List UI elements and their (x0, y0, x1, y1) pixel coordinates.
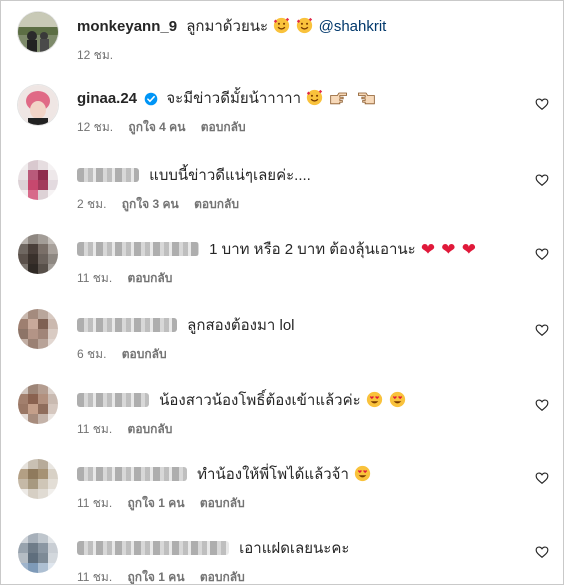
username-blurred[interactable] (77, 393, 149, 407)
comment-likes[interactable]: ถูกใจ 1 คน (128, 570, 185, 584)
reply-button[interactable]: ตอบกลับ (194, 197, 239, 211)
comment-time[interactable]: 6 ชม. (77, 347, 106, 361)
comment-body: แบบนี้ข่าวดีแน่ๆเลยค่ะ.... 2 ชม. ถูกใจ 3… (77, 166, 523, 214)
heart-eyes-icon (366, 391, 383, 408)
avatar-pixelated (18, 309, 58, 349)
heart-outline-icon[interactable] (535, 545, 549, 559)
comment-text: จะมีข่าวดีมั้ยน้าาาาา (166, 90, 301, 107)
red-heart-icon: ❤ (420, 240, 436, 259)
reply-button[interactable]: ตอบกลับ (200, 496, 245, 510)
pointing-hand-left-icon (357, 92, 375, 105)
avatar[interactable] (18, 85, 58, 125)
reply-button[interactable]: ตอบกลับ (128, 422, 173, 436)
heart-outline-icon[interactable] (535, 247, 549, 261)
smiling-face-hearts-icon (274, 17, 290, 34)
comment-time[interactable]: 11 ชม. (77, 422, 112, 436)
username-blurred[interactable] (77, 242, 199, 256)
comment-time[interactable]: 11 ชม. (77, 570, 112, 584)
comment-body: monkeyann_9 ลูกมาด้วยนะ @shahkrit 12 ชม. (77, 17, 523, 65)
comment-time[interactable]: 12 ชม. (77, 120, 113, 134)
username-blurred[interactable] (77, 168, 139, 182)
comment-line: monkeyann_9 ลูกมาด้วยนะ @shahkrit (77, 17, 523, 37)
reply-button[interactable]: ตอบกลับ (128, 271, 173, 285)
comment-line: ลูกสองต้องมา lol (77, 316, 523, 336)
heart-outline-icon[interactable] (535, 173, 549, 187)
reply-button[interactable]: ตอบกลับ (201, 120, 246, 134)
comment-meta: 6 ชม. ตอบกลับ (77, 345, 523, 364)
comment-line: แบบนี้ข่าวดีแน่ๆเลยค่ะ.... (77, 166, 523, 186)
heart-outline-icon[interactable] (535, 97, 549, 111)
comment-meta: 11 ชม. ถูกใจ 1 คน ตอบกลับ (77, 494, 523, 513)
smiling-face-hearts-icon (297, 17, 313, 34)
comment-meta: 12 ชม. ถูกใจ 4 คน ตอบกลับ (77, 118, 523, 137)
heart-outline-icon[interactable] (535, 323, 549, 337)
comment-text: 1 บาท หรือ 2 บาท ต้องลุ้นเอานะ (209, 241, 416, 258)
avatar-photo (18, 85, 58, 125)
comment-line: ginaa.24 จะมีข่าวดีมั้ยน้าาาาา (77, 89, 523, 109)
comment-line: เอาแฝดเลยนะคะ (77, 539, 523, 559)
avatar[interactable] (18, 309, 58, 349)
avatar[interactable] (18, 160, 58, 200)
verified-badge-icon (144, 92, 158, 106)
heart-eyes-icon (354, 465, 371, 482)
avatar-pixelated (18, 533, 58, 573)
red-heart-icon: ❤ (461, 240, 476, 259)
avatar[interactable] (18, 533, 58, 573)
comment-text: แบบนี้ข่าวดีแน่ๆเลยค่ะ.... (149, 167, 311, 184)
avatar-pixelated (18, 234, 58, 274)
comment-text: เอาแฝดเลยนะคะ (239, 540, 350, 557)
username-blurred[interactable] (77, 318, 177, 332)
comment-line: ทำน้องให้พี่โพได้แล้วจ้า (77, 465, 523, 485)
comment-time[interactable]: 12 ชม. (77, 48, 113, 62)
username-blurred[interactable] (77, 541, 229, 555)
avatar[interactable] (18, 459, 58, 499)
reply-button[interactable]: ตอบกลับ (200, 570, 245, 584)
comments-panel: monkeyann_9 ลูกมาด้วยนะ @shahkrit 12 ชม.… (0, 0, 564, 585)
comment-meta: 11 ชม. ถูกใจ 1 คน ตอบกลับ (77, 568, 523, 584)
comment-time[interactable]: 11 ชม. (77, 496, 112, 510)
comment-body: เอาแฝดเลยนะคะ 11 ชม. ถูกใจ 1 คน ตอบกลับ (77, 539, 523, 584)
comment-likes[interactable]: ถูกใจ 3 คน (122, 197, 179, 211)
red-heart-icon: ❤ (441, 240, 456, 259)
comment-meta: 11 ชม. ตอบกลับ (77, 269, 523, 288)
comment-time[interactable]: 11 ชม. (77, 271, 112, 285)
comment-meta: 11 ชม. ตอบกลับ (77, 420, 523, 439)
comment-time[interactable]: 2 ชม. (77, 197, 106, 211)
heart-eyes-icon (389, 391, 406, 408)
avatar-pixelated (18, 160, 58, 200)
comment-text: น้องสาวน้องโพธิ์ต้องเข้าแล้วค่ะ (159, 392, 361, 409)
avatar-pixelated (18, 459, 58, 499)
comment-body: 1 บาท หรือ 2 บาท ต้องลุ้นเอานะ ❤ ❤ ❤ 11 … (77, 240, 523, 288)
avatar[interactable] (18, 384, 58, 424)
smiling-face-hearts-icon (307, 89, 323, 106)
avatar[interactable] (18, 12, 58, 52)
comment-username[interactable]: ginaa.24 (77, 90, 137, 107)
comment-meta: 12 ชม. (77, 46, 523, 65)
comment-body: ทำน้องให้พี่โพได้แล้วจ้า 11 ชม. ถูกใจ 1 … (77, 465, 523, 513)
comment-username[interactable]: monkeyann_9 (77, 18, 177, 35)
heart-outline-icon[interactable] (535, 471, 549, 485)
pointing-hand-right-icon (330, 92, 348, 105)
username-blurred[interactable] (77, 467, 187, 481)
comment-mention[interactable]: @shahkrit (319, 18, 387, 35)
avatar-photo (18, 12, 58, 52)
reply-button[interactable]: ตอบกลับ (122, 347, 167, 361)
comment-line: น้องสาวน้องโพธิ์ต้องเข้าแล้วค่ะ (77, 391, 523, 411)
avatar-pixelated (18, 384, 58, 424)
comment-likes[interactable]: ถูกใจ 4 คน (128, 120, 185, 134)
comment-body: ginaa.24 จะมีข่าวดีมั้ยน้าาาาา 12 ชม. ถู… (77, 89, 523, 137)
comment-line: 1 บาท หรือ 2 บาท ต้องลุ้นเอานะ ❤ ❤ ❤ (77, 240, 523, 260)
comment-likes[interactable]: ถูกใจ 1 คน (128, 496, 185, 510)
comment-body: ลูกสองต้องมา lol 6 ชม. ตอบกลับ (77, 316, 523, 364)
avatar[interactable] (18, 234, 58, 274)
comment-text: ลูกมาด้วยนะ (186, 18, 269, 35)
comment-text: ลูกสองต้องมา lol (187, 317, 295, 334)
comment-meta: 2 ชม. ถูกใจ 3 คน ตอบกลับ (77, 195, 523, 214)
comment-body: น้องสาวน้องโพธิ์ต้องเข้าแล้วค่ะ 11 ชม. ต… (77, 391, 523, 439)
heart-outline-icon[interactable] (535, 398, 549, 412)
comment-text: ทำน้องให้พี่โพได้แล้วจ้า (197, 466, 349, 483)
